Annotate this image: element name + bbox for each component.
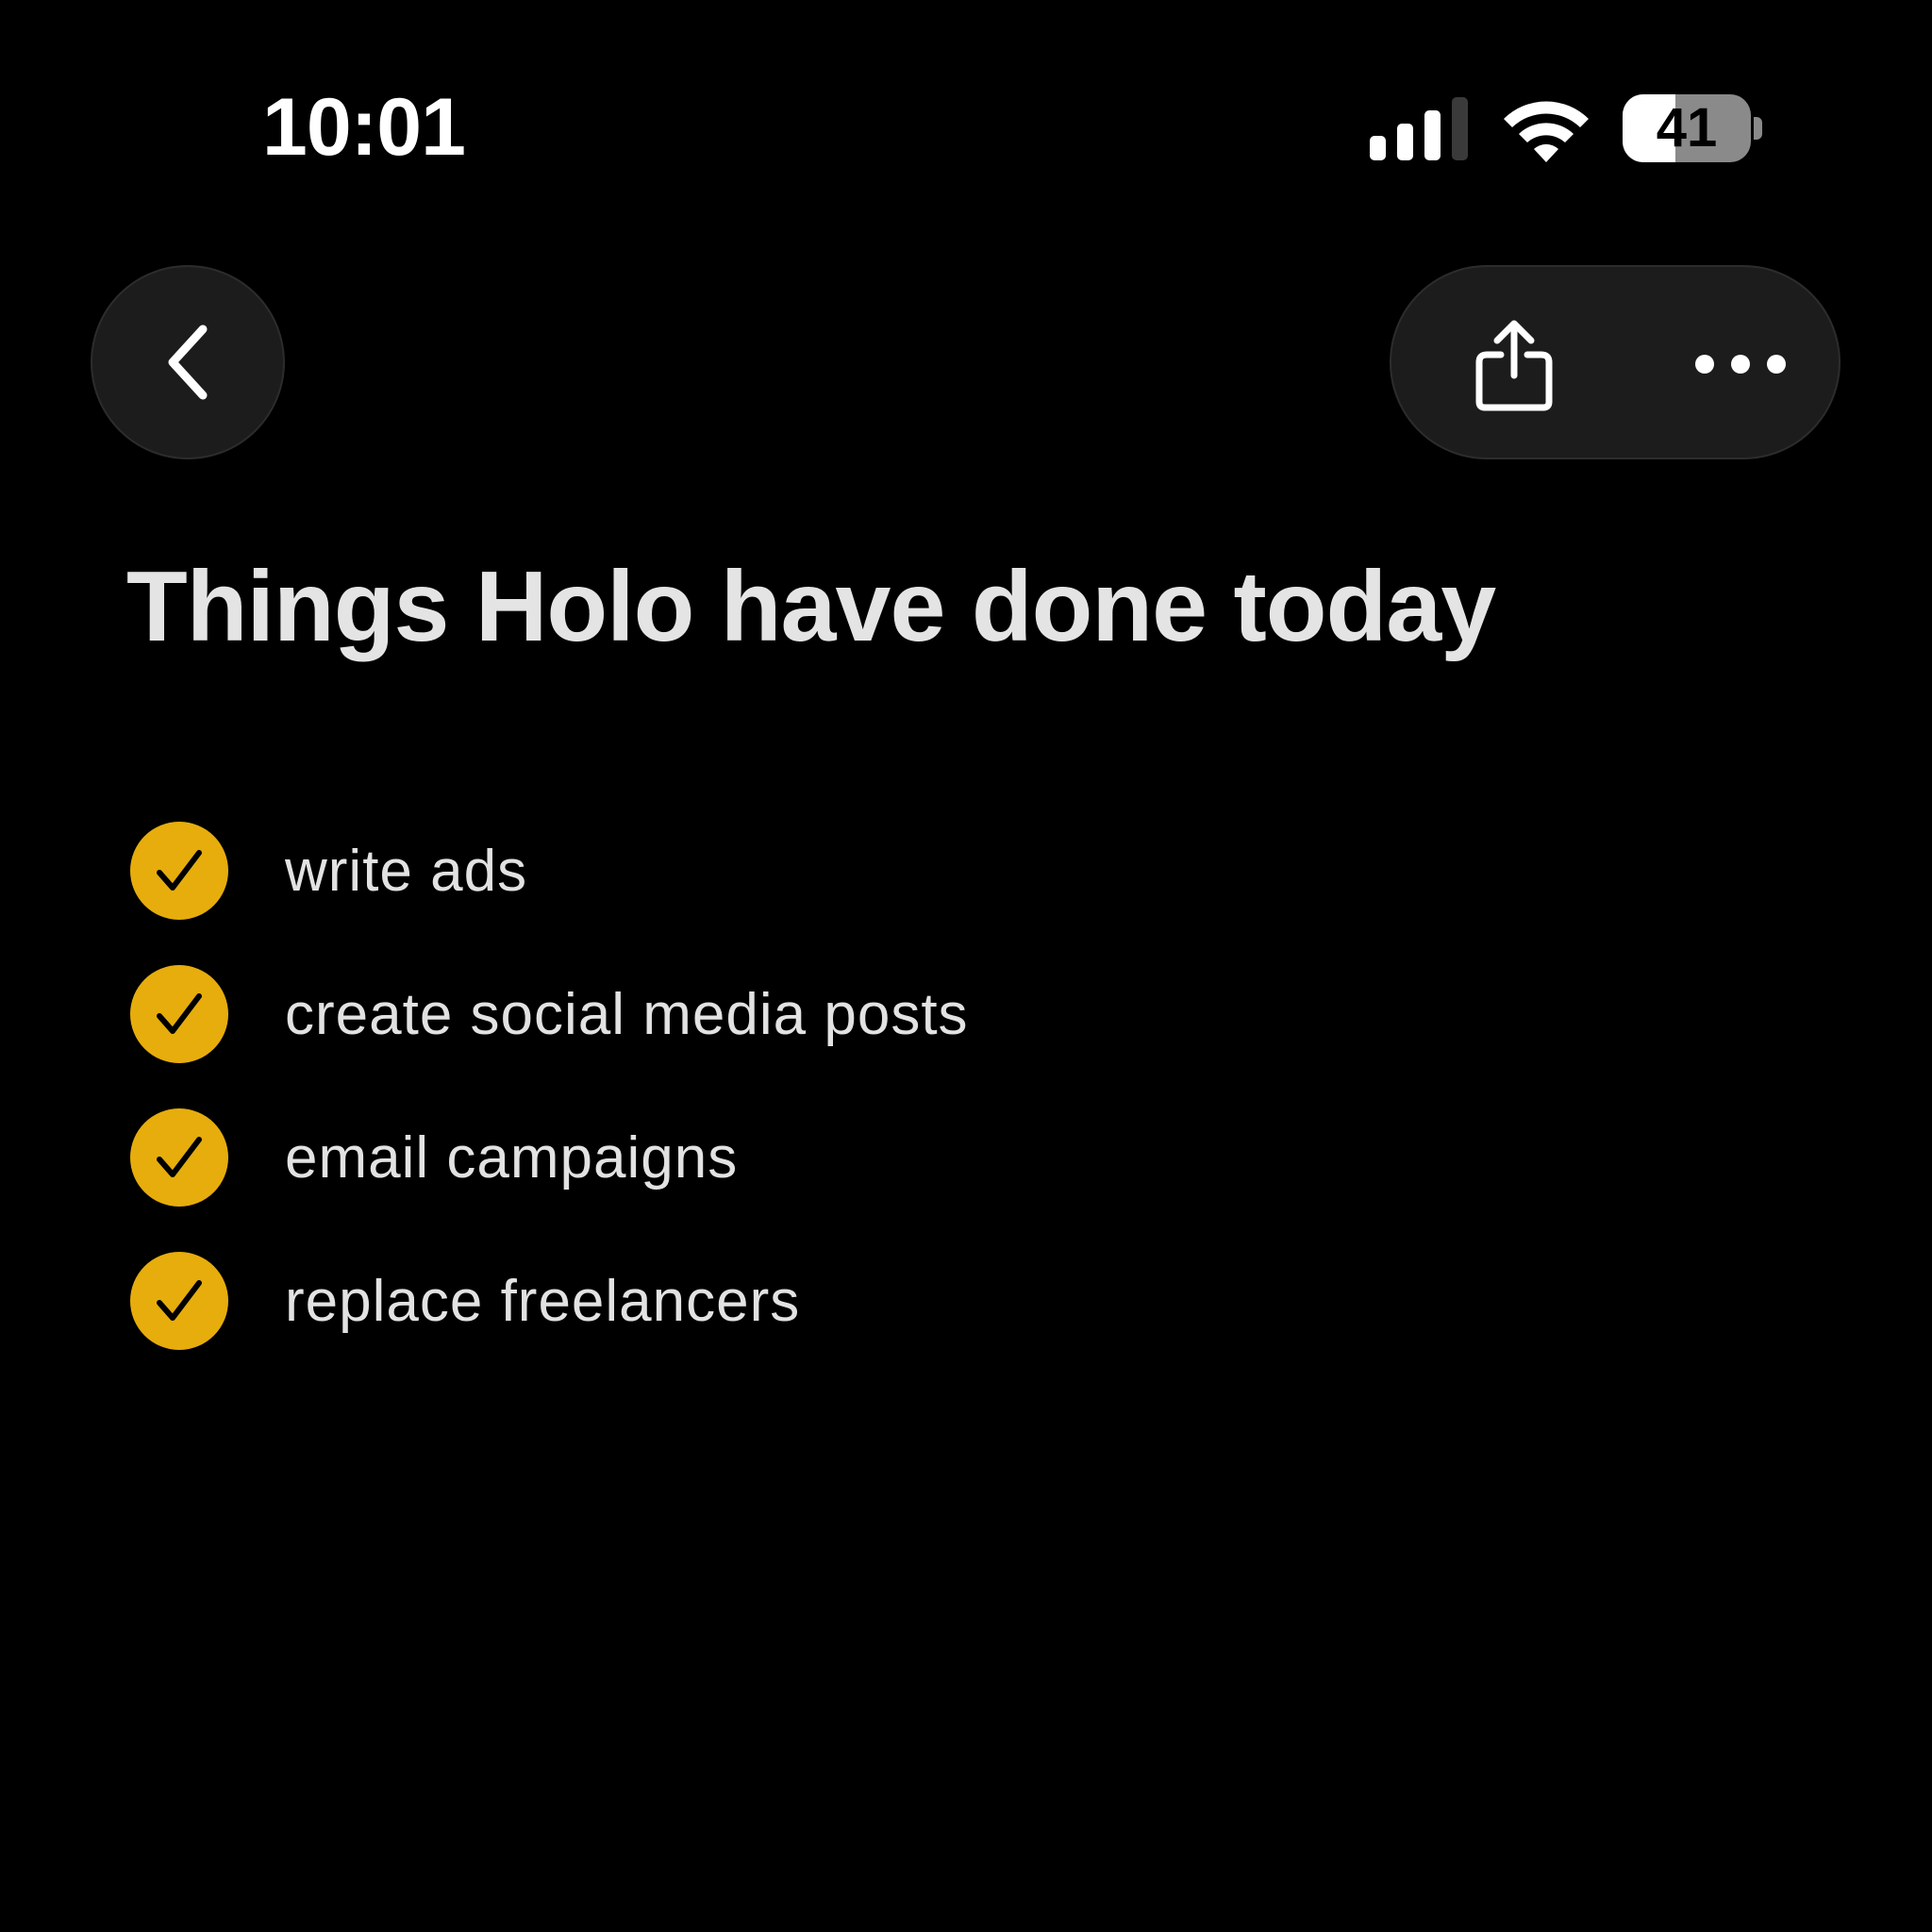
battery-body: 41	[1623, 94, 1751, 162]
note-title[interactable]: Things Holo have done today	[126, 552, 1496, 662]
checkmark-icon	[157, 1280, 202, 1321]
share-button[interactable]	[1448, 295, 1580, 433]
battery-cap	[1754, 117, 1762, 140]
chevron-left-icon	[168, 325, 208, 400]
checklist-item-label: create social media posts	[285, 981, 969, 1047]
back-button[interactable]	[91, 265, 285, 459]
checkbox-checked[interactable]	[130, 822, 228, 920]
battery-level-label: 41	[1656, 97, 1718, 158]
checklist-item[interactable]: replace freelancers	[130, 1252, 969, 1350]
checklist-item[interactable]: write ads	[130, 822, 969, 920]
checklist-item-label: write ads	[285, 838, 528, 904]
checkmark-icon	[157, 1137, 202, 1177]
cellular-signal-icon	[1370, 97, 1468, 160]
checkbox-checked[interactable]	[130, 1108, 228, 1207]
checklist-item-label: email campaigns	[285, 1124, 739, 1191]
more-options-button[interactable]	[1674, 295, 1807, 433]
status-time: 10:01	[262, 82, 466, 173]
checkbox-checked[interactable]	[130, 1252, 228, 1350]
checklist: write ads create social media posts email …	[130, 822, 969, 1395]
share-icon	[1475, 320, 1553, 411]
checklist-item[interactable]: create social media posts	[130, 965, 969, 1063]
wifi-icon	[1504, 101, 1589, 162]
ellipsis-icon	[1695, 355, 1786, 374]
checklist-item[interactable]: email campaigns	[130, 1108, 969, 1207]
checklist-item-label: replace freelancers	[285, 1268, 801, 1334]
checkmark-icon	[157, 993, 202, 1034]
checkbox-checked[interactable]	[130, 965, 228, 1063]
battery-indicator: 41	[1623, 94, 1762, 162]
action-button-group	[1390, 265, 1840, 459]
checkmark-icon	[157, 850, 202, 891]
